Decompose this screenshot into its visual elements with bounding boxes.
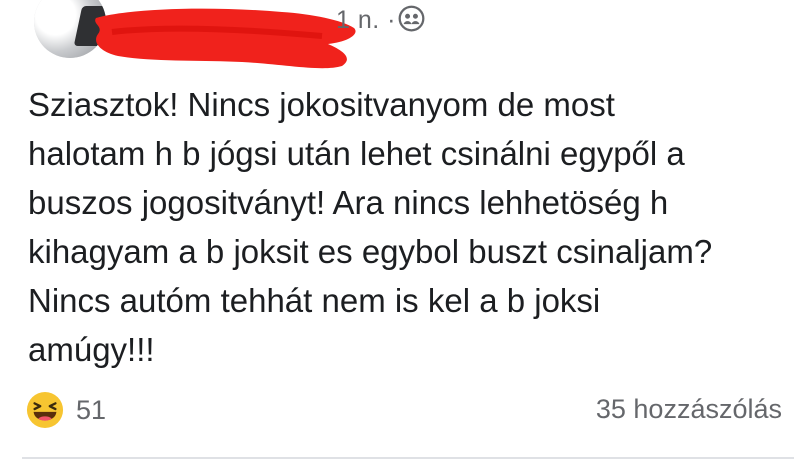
comments-count[interactable]: 35 hozzászólás <box>596 394 782 425</box>
post-line: halotam h b jógsi után lehet csinálni eg… <box>28 135 685 172</box>
reaction-count[interactable]: 51 <box>76 395 106 426</box>
reactions-summary[interactable]: 51 <box>26 390 106 430</box>
post-card: 1 n. · Sziasztok! Nincs jokositvanyom de… <box>0 0 800 466</box>
author-name-redaction <box>95 8 356 69</box>
post-body: Sziasztok! Nincs jokositvanyom de most h… <box>28 80 788 374</box>
friends-icon[interactable] <box>398 5 425 32</box>
haha-reaction-icon <box>26 391 64 429</box>
post-line: kihagyam a b joksit es egybol buszt csin… <box>28 233 713 270</box>
post-time[interactable]: 1 n. <box>336 6 380 34</box>
post-line: Sziasztok! Nincs jokositvanyom de most <box>28 86 615 123</box>
meta-separator: · <box>387 6 396 34</box>
divider <box>22 457 794 459</box>
post-line: buszos jogositványt! Ara nincs lehhetösé… <box>28 184 669 221</box>
post-timestamp[interactable]: 1 n. · <box>336 6 396 35</box>
post-header: 1 n. · <box>0 0 800 70</box>
post-line: amúgy!!! <box>28 331 155 368</box>
post-line: Nincs autóm tehhát nem is kel a b joksi <box>28 282 601 319</box>
